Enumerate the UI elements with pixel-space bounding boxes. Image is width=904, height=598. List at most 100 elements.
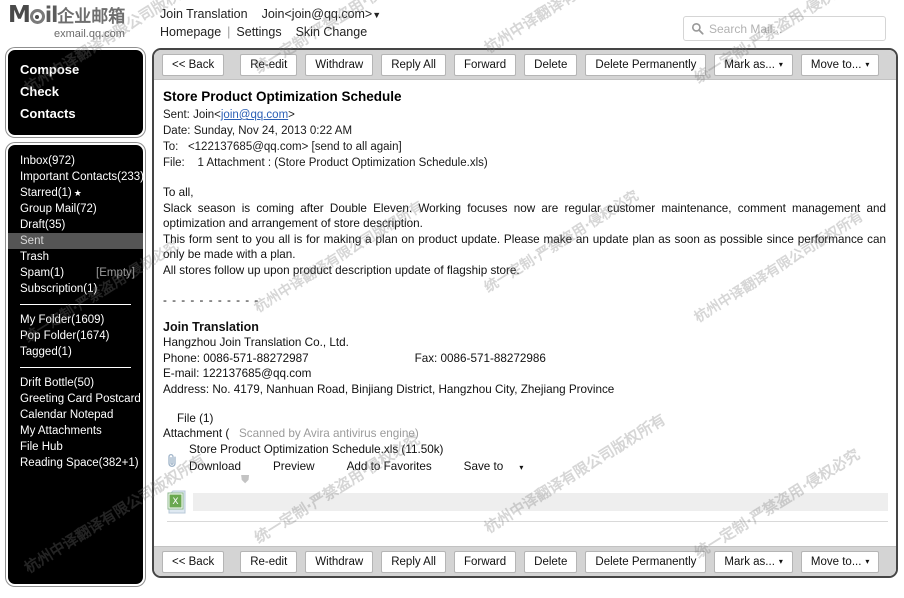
button-label: Forward: [463, 555, 507, 568]
sidebar-item-file-hub[interactable]: File Hub: [8, 439, 143, 455]
mail-sent-row: Sent: Join<join@qq.com>: [163, 107, 896, 123]
attachment-scan-status: Scanned by Avira antivirus engine): [239, 427, 419, 440]
sidebar-item-label: Important Contacts(233): [20, 171, 145, 183]
sidebar-item-starred[interactable]: Starred(1) ★: [8, 185, 143, 201]
to-value: <122137685@qq.com> [send to all again]: [187, 141, 402, 153]
sidebar-item-important-contacts[interactable]: Important Contacts(233) ▐: [8, 169, 152, 185]
sidebar-item-my-attachments[interactable]: My Attachments: [8, 423, 143, 439]
move-to-button[interactable]: Move to... ▾: [800, 53, 880, 76]
logo-ring-icon: [29, 9, 45, 24]
button-label: Mark as...: [724, 58, 775, 71]
search-input[interactable]: Search Mail...: [683, 16, 886, 41]
sidebar-item-group-mail[interactable]: Group Mail(72): [8, 201, 143, 217]
delete-button[interactable]: Delete: [524, 53, 578, 76]
sender-email-link[interactable]: join@qq.com: [221, 109, 288, 121]
body-greeting: To all,: [163, 186, 194, 199]
signature-fax: Fax: 0086-571-88272986: [414, 351, 546, 365]
search-placeholder: Search Mail...: [709, 21, 783, 36]
file-value: 1 Attachment : (Store Product Optimizati…: [197, 157, 488, 169]
attachment-file-count: File (1): [177, 412, 214, 425]
forward-button[interactable]: Forward: [453, 550, 517, 573]
sidebar-item-subscription[interactable]: Subscription(1): [8, 281, 143, 297]
delete-button[interactable]: Delete: [524, 550, 578, 573]
top-nav-row-links: Homepage | Settings Skin Change: [160, 25, 381, 39]
attachment-preview-strip: X: [163, 489, 896, 515]
sidebar-item-label: Subscription(1): [20, 283, 98, 295]
attachment-heading-row: Attachment ( Scanned by Avira antivirus …: [163, 427, 896, 440]
body-paragraph-1: Slack season is coming after Double Elev…: [163, 201, 886, 231]
sidebar-item-label: Calendar Notepad: [20, 409, 114, 421]
attachment-save-to-link[interactable]: Save to ▾: [464, 460, 540, 473]
sidebar-item-inbox[interactable]: Inbox(972): [8, 153, 143, 169]
move-to-button[interactable]: Move to... ▾: [800, 550, 880, 573]
sidebar: Compose Check Contacts Inbox(972) Important…: [6, 48, 152, 586]
chevron-down-icon: ▾: [865, 557, 870, 566]
signature-email: E-mail: 122137685@qq.com: [163, 367, 312, 380]
sidebar-action-compose[interactable]: Compose: [20, 59, 143, 81]
link-homepage[interactable]: Homepage: [160, 25, 221, 39]
forward-button[interactable]: Forward: [453, 53, 517, 76]
sidebar-item-my-folder[interactable]: My Folder(1609): [8, 312, 143, 328]
logo-chinese-text: 企业邮箱: [57, 7, 126, 27]
mark-as-button[interactable]: Mark as... ▾: [714, 550, 793, 573]
mark-as-button[interactable]: Mark as... ▾: [714, 53, 793, 76]
sidebar-item-drift-bottle[interactable]: Drift Bottle(50): [8, 375, 143, 391]
sidebar-item-sent[interactable]: Sent: [8, 233, 143, 249]
link-skin-change[interactable]: Skin Change: [296, 25, 368, 39]
app-root: Mil企业邮箱 exmail.qq.com Join Translation Jo…: [0, 0, 904, 598]
delete-permanently-button[interactable]: Delete Permanently: [585, 550, 707, 573]
sidebar-item-label: Pop Folder(1674): [20, 330, 110, 342]
withdraw-button[interactable]: Withdraw: [305, 53, 374, 76]
sidebar-item-spam[interactable]: Spam(1) [Empty]: [8, 265, 143, 281]
brand-logo[interactable]: Mil企业邮箱 exmail.qq.com: [8, 4, 150, 42]
reply-all-button[interactable]: Reply All: [381, 550, 446, 573]
back-button[interactable]: << Back: [162, 550, 225, 573]
link-settings[interactable]: Settings: [236, 25, 281, 39]
sidebar-item-label: Reading Space(382+1): [20, 457, 139, 469]
attachment-strip-underline: [167, 521, 888, 522]
re-edit-button[interactable]: Re-edit: [240, 550, 298, 573]
attachment-download-link[interactable]: Download: [189, 460, 257, 473]
sidebar-divider: [20, 367, 131, 368]
attachment-add-to-favorites-link[interactable]: Add to Favorites: [347, 460, 448, 473]
account-menu[interactable]: Join<join@qq.com>: [262, 7, 373, 21]
re-edit-button[interactable]: Re-edit: [240, 53, 298, 76]
toolbar-bottom: << Back Re-edit Withdraw Reply All Forward De…: [154, 546, 896, 576]
search-icon: [691, 22, 704, 35]
sidebar-item-pop-folder[interactable]: Pop Folder(1674): [8, 328, 143, 344]
delete-permanently-button[interactable]: Delete Permanently: [585, 53, 707, 76]
reply-all-button[interactable]: Reply All: [381, 53, 446, 76]
signature-divider: - - - - - - - - - - -: [163, 294, 260, 307]
attachment-filename: Store Product Optimization Schedule.xls …: [189, 443, 444, 456]
star-icon: ★: [73, 188, 82, 198]
sidebar-item-label: My Folder(1609): [20, 314, 105, 326]
mail-header: Store Product Optimization Schedule Sent…: [154, 80, 896, 171]
sidebar-item-draft[interactable]: Draft(35): [8, 217, 143, 233]
body-paragraph-3: All stores follow up upon product descri…: [163, 263, 520, 277]
sidebar-item-greeting-card-postcard[interactable]: Greeting Card Postcard: [8, 391, 143, 407]
sidebar-item-calendar-notepad[interactable]: Calendar Notepad: [8, 407, 143, 423]
withdraw-button[interactable]: Withdraw: [305, 550, 374, 573]
to-label: To:: [163, 141, 179, 153]
chevron-down-icon[interactable]: ▼: [372, 10, 381, 20]
sidebar-item-label: Sent: [20, 235, 44, 247]
sidebar-item-trash[interactable]: Trash: [8, 249, 143, 265]
button-label: Reply All: [391, 555, 436, 568]
sidebar-action-contacts[interactable]: Contacts: [20, 103, 143, 125]
button-label: Delete Permanently: [595, 58, 697, 71]
nav-separator: |: [227, 25, 231, 39]
sidebar-divider: [20, 304, 131, 305]
mail-body-scroll-area[interactable]: Store Product Optimization Schedule Sent…: [154, 80, 896, 546]
top-nav-row-account: Join Translation Join<join@qq.com>▼: [160, 7, 381, 21]
attachment-preview-link[interactable]: Preview: [273, 460, 331, 473]
button-label: Withdraw: [315, 555, 364, 568]
sent-suffix: >: [288, 109, 295, 121]
sidebar-item-reading-space[interactable]: Reading Space(382+1): [8, 455, 143, 471]
sidebar-item-label: My Attachments: [20, 425, 102, 437]
empty-trash-link[interactable]: [Empty]: [96, 265, 135, 281]
sidebar-item-tagged[interactable]: Tagged(1): [8, 344, 143, 360]
sidebar-item-label: Tagged(1): [20, 346, 72, 358]
back-button[interactable]: << Back: [162, 53, 225, 76]
logo-wordmark: Mil企业邮箱: [8, 4, 150, 28]
sidebar-action-check[interactable]: Check: [20, 81, 143, 103]
